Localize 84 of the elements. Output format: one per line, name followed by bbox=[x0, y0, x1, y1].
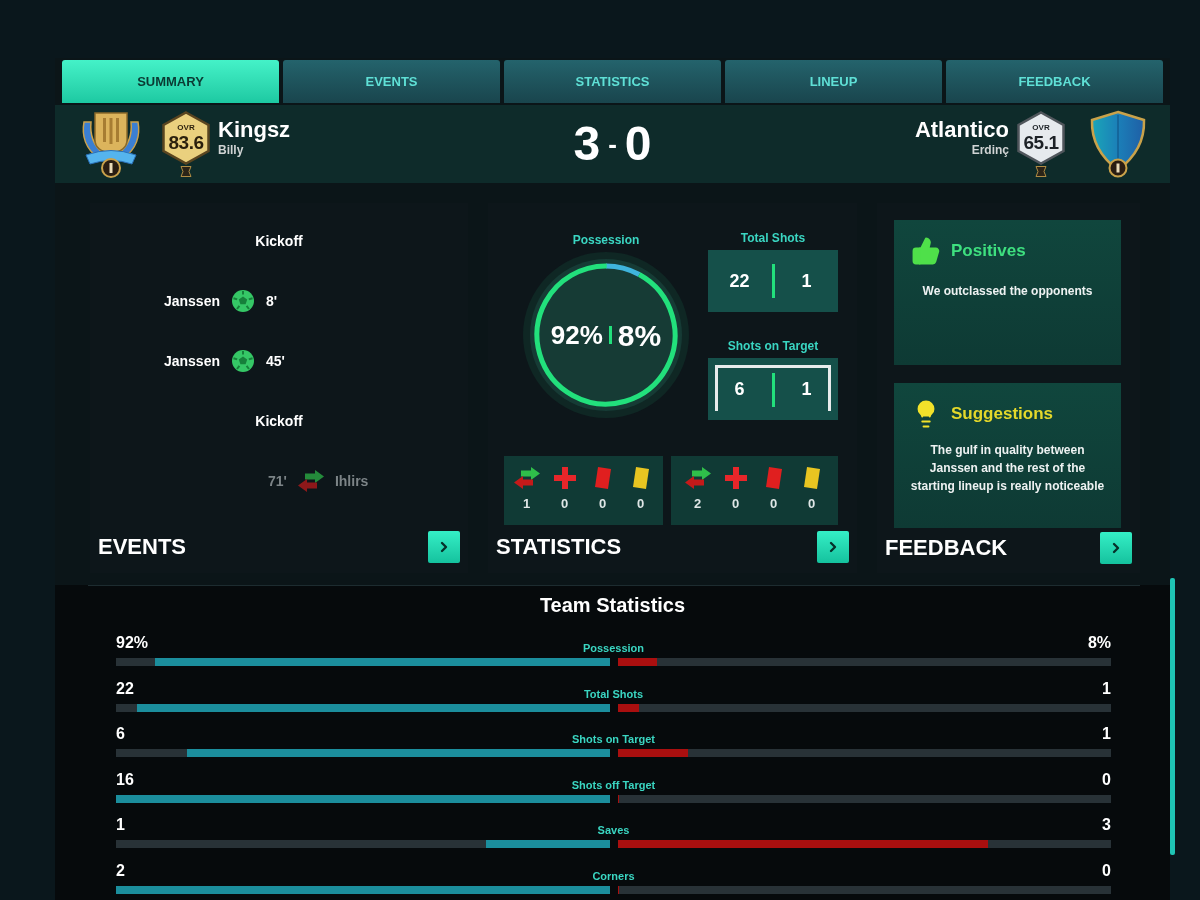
section-title: Team Statistics bbox=[539, 593, 686, 618]
event-minute: 8' bbox=[266, 291, 279, 311]
possession-value: 92% bbox=[550, 318, 603, 352]
discipline-count: 2 bbox=[693, 496, 702, 512]
tab[interactable]: EVENTS bbox=[283, 60, 500, 103]
manager-name: Billy bbox=[218, 143, 245, 157]
event-minute: 71' bbox=[268, 471, 287, 491]
feedback-text: The gulf in quality between Janssen and the rest of the starting lineup is really noticeable bbox=[909, 442, 1106, 495]
panel-title: EVENTS bbox=[98, 534, 187, 560]
event-minute: 45' bbox=[266, 351, 286, 371]
stat-value: 1 bbox=[1102, 725, 1111, 745]
stat-number: 1 bbox=[800, 269, 813, 293]
swap-arrows-icon bbox=[512, 467, 541, 489]
score: 3 bbox=[573, 118, 601, 170]
ball-icon bbox=[232, 290, 254, 312]
discipline-count: 0 bbox=[598, 496, 607, 512]
event-player: Janssen bbox=[163, 351, 220, 371]
event-label: Kickoff bbox=[255, 411, 303, 431]
feedback-title: Suggestions bbox=[951, 403, 1053, 426]
stat-value: 0 bbox=[1102, 861, 1111, 881]
stat-label: Total Shots bbox=[583, 687, 644, 700]
discipline-count: 1 bbox=[522, 496, 531, 512]
stat-label: Saves bbox=[597, 824, 630, 837]
open-button[interactable] bbox=[428, 531, 460, 563]
discipline-count: 0 bbox=[731, 496, 740, 512]
swap-arrows-icon bbox=[296, 470, 325, 492]
stat-value: 3 bbox=[1102, 816, 1111, 836]
stat-value: 0 bbox=[1102, 770, 1111, 790]
stat-label: Corners bbox=[592, 869, 635, 882]
stat-number: 22 bbox=[728, 269, 751, 293]
stat-value: 2 bbox=[116, 861, 125, 881]
card-icon bbox=[632, 467, 649, 489]
feedback-text: We outclassed the opponents bbox=[921, 283, 1094, 300]
card-icon bbox=[594, 467, 611, 489]
stat-value: 6 bbox=[116, 725, 125, 745]
discipline-count: 0 bbox=[636, 496, 645, 512]
card-icon bbox=[765, 467, 782, 489]
feedback-title: Positives bbox=[951, 240, 1026, 263]
open-button[interactable] bbox=[817, 531, 849, 563]
medical-cross-icon bbox=[553, 467, 576, 489]
stat-heading: Possession bbox=[572, 232, 640, 248]
tab[interactable]: FEEDBACK bbox=[946, 60, 1163, 103]
stat-label: Possession bbox=[582, 642, 645, 654]
stat-value: 92% bbox=[116, 634, 149, 653]
thumbs-up-icon bbox=[911, 236, 941, 266]
discipline-count: 0 bbox=[560, 496, 569, 512]
manager-name: Erdinç bbox=[971, 143, 1009, 157]
tab[interactable]: STATISTICS bbox=[504, 60, 721, 103]
ball-icon bbox=[232, 350, 254, 372]
stat-value: 22 bbox=[116, 679, 134, 699]
stat-number: 1 bbox=[800, 378, 813, 401]
stat-value: 1 bbox=[116, 816, 125, 836]
team-name: Atlantico bbox=[914, 117, 1009, 143]
event-label: Kickoff bbox=[255, 231, 303, 251]
shield-icon bbox=[1089, 110, 1147, 178]
panel-title: STATISTICS bbox=[496, 534, 622, 560]
event-player: Ihlirs bbox=[334, 471, 369, 491]
discipline-count: 0 bbox=[807, 496, 816, 512]
stat-heading: Total Shots bbox=[740, 230, 806, 246]
tab[interactable]: LINEUP bbox=[725, 60, 942, 103]
stat-value: 8% bbox=[1087, 634, 1111, 653]
card-icon bbox=[803, 467, 820, 489]
panel-title: FEEDBACK bbox=[885, 534, 1008, 561]
rating-label: OVR bbox=[177, 123, 195, 132]
stat-label: Shots on Target bbox=[572, 733, 655, 746]
score: 0 bbox=[624, 118, 652, 170]
rating-value: 65.1 bbox=[1023, 132, 1059, 153]
score-separator: - bbox=[608, 129, 617, 159]
stat-number: 6 bbox=[733, 378, 746, 401]
tab[interactable]: SUMMARY bbox=[62, 60, 279, 103]
rating-value: 83.6 bbox=[168, 132, 204, 153]
medical-cross-icon bbox=[724, 467, 747, 489]
possession-value: 8% bbox=[617, 317, 662, 354]
stat-value: 16 bbox=[116, 770, 134, 790]
event-player: Janssen bbox=[163, 291, 220, 311]
scrollbar[interactable] bbox=[1170, 578, 1175, 855]
swap-arrows-icon bbox=[683, 467, 712, 489]
discipline-count: 0 bbox=[769, 496, 778, 512]
open-button[interactable] bbox=[1100, 531, 1132, 564]
stat-label: Shots off Target bbox=[571, 778, 656, 791]
stat-heading: Shots on Target bbox=[727, 338, 819, 354]
rating-label: OVR bbox=[1032, 123, 1050, 132]
stat-value: 1 bbox=[1102, 679, 1111, 699]
team-name: Kingsz bbox=[218, 117, 291, 143]
